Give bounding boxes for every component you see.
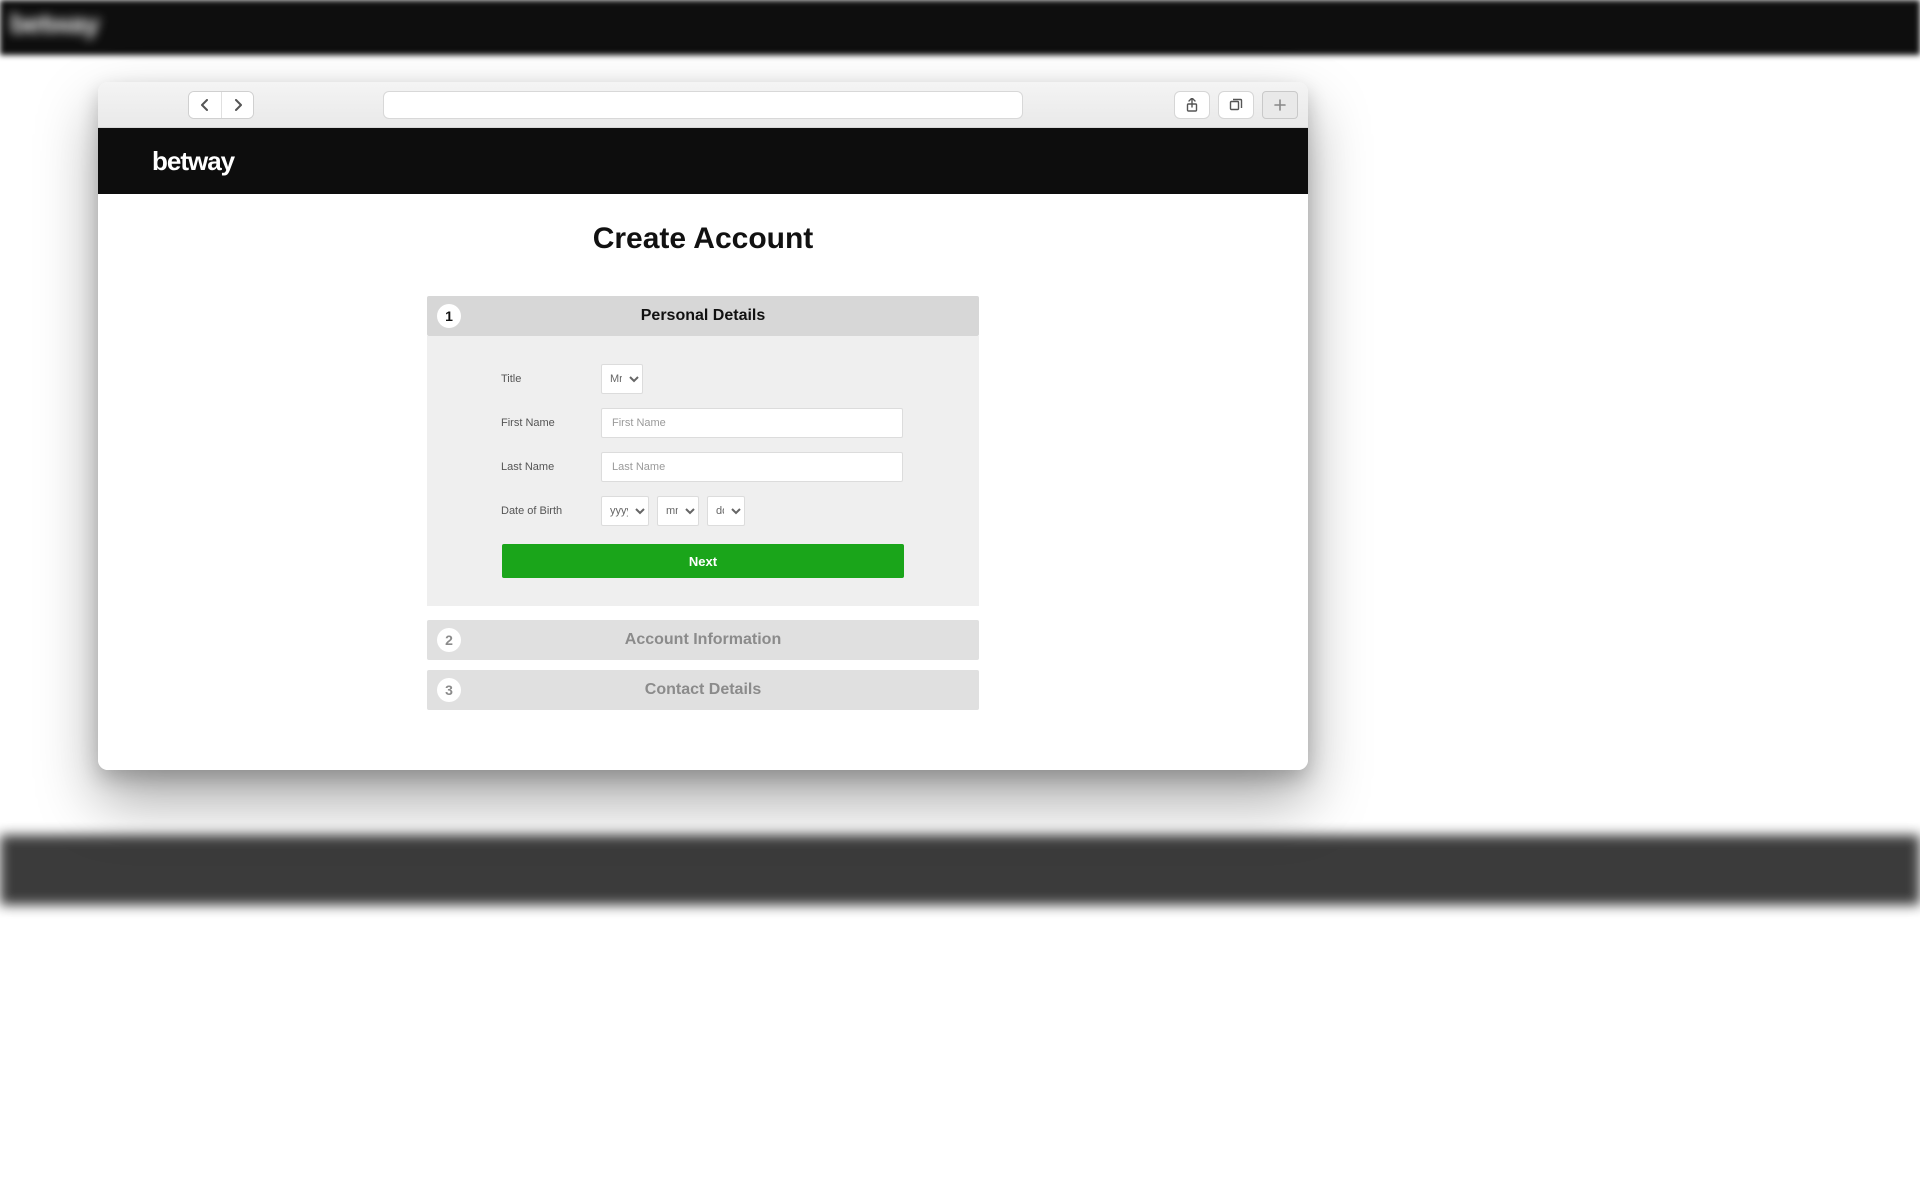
backdrop-brand-blurred: betway [10, 8, 99, 40]
step-3-header[interactable]: 3 Contact Details [427, 670, 979, 710]
nav-button-group [188, 91, 254, 119]
step-1-header: 1 Personal Details [427, 296, 979, 336]
step-2-header[interactable]: 2 Account Information [427, 620, 979, 660]
step-2-title: Account Information [427, 631, 979, 649]
label-first-name: First Name [501, 417, 601, 429]
step-1-title: Personal Details [427, 307, 979, 325]
chevron-right-icon [233, 99, 243, 111]
label-last-name: Last Name [501, 461, 601, 473]
site-header: betway [98, 128, 1308, 194]
tabs-button[interactable] [1218, 91, 1254, 119]
page-content: Create Account 1 Personal Details Title … [98, 194, 1308, 770]
last-name-input[interactable] [601, 452, 903, 482]
toolbar-right-group [1174, 91, 1298, 119]
plus-icon [1274, 99, 1286, 111]
row-last-name: Last Name [501, 452, 905, 482]
step-3-title: Contact Details [427, 681, 979, 699]
row-title: Title Mr [501, 364, 905, 394]
step-1-body: Title Mr First Name Last Name [427, 336, 979, 606]
page-backdrop-top [0, 0, 1920, 55]
row-dob: Date of Birth yyyy mm dd [501, 496, 905, 526]
step-2-number: 2 [437, 628, 461, 652]
label-title: Title [501, 373, 601, 385]
browser-window: betway Create Account 1 Personal Details… [98, 82, 1308, 770]
address-bar[interactable] [383, 91, 1023, 119]
dob-month-select[interactable]: mm [657, 496, 699, 526]
share-button[interactable] [1174, 91, 1210, 119]
row-first-name: First Name [501, 408, 905, 438]
next-button[interactable]: Next [502, 544, 904, 578]
share-icon [1185, 98, 1199, 112]
signup-panel: 1 Personal Details Title Mr First Name [427, 296, 979, 710]
page-backdrop-bottom [0, 835, 1920, 905]
dob-day-select[interactable]: dd [707, 496, 745, 526]
back-button[interactable] [189, 92, 221, 118]
first-name-input[interactable] [601, 408, 903, 438]
browser-toolbar [98, 82, 1308, 128]
title-select[interactable]: Mr [601, 364, 643, 394]
tabs-icon [1229, 98, 1243, 112]
new-tab-button[interactable] [1262, 91, 1298, 119]
forward-button[interactable] [221, 92, 253, 118]
site-brand-logo: betway [152, 146, 234, 177]
label-dob: Date of Birth [501, 505, 601, 517]
chevron-left-icon [200, 99, 210, 111]
step-1-number: 1 [437, 304, 461, 328]
step-3-number: 3 [437, 678, 461, 702]
dob-year-select[interactable]: yyyy [601, 496, 649, 526]
page-title: Create Account [98, 222, 1308, 256]
